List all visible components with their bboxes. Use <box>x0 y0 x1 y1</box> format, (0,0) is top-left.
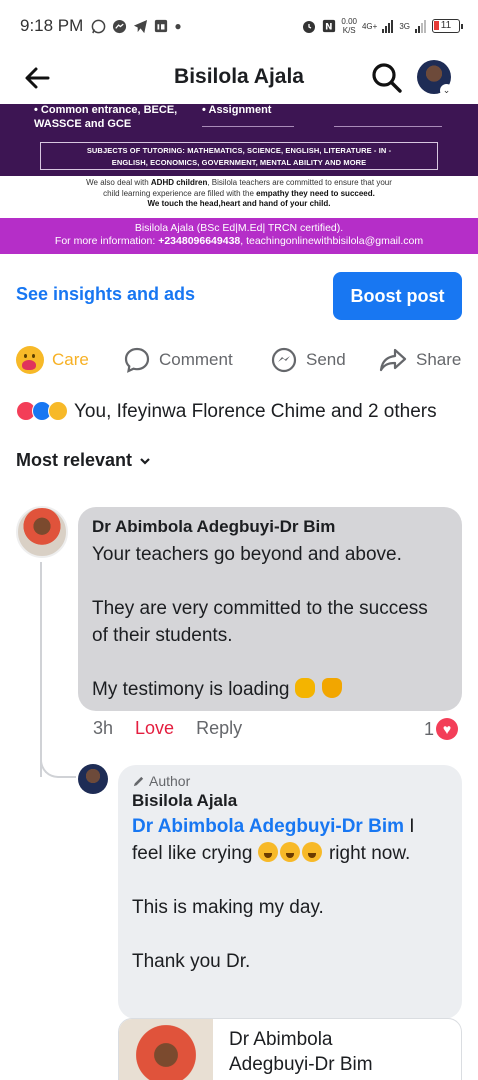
comment-paragraph: They are very committed to the success o… <box>92 598 428 646</box>
comment-paragraph: Your teachers go beyond and above. <box>92 544 402 565</box>
sort-dropdown[interactable]: Most relevant <box>16 450 152 471</box>
net-type-2: 3G <box>399 21 410 31</box>
boost-post-button[interactable]: Boost post <box>333 272 462 320</box>
reply-paragraph: This is making my day. <box>132 897 324 918</box>
reply-text: Dr Abimbola Adegbuyi-Dr Bim I feel like … <box>132 813 448 975</box>
care-label: Care <box>52 350 89 369</box>
preview-name: Dr Abimbola Adegbuyi-Dr Bim <box>229 1029 373 1075</box>
subjects-line2: ENGLISH, ECONOMICS, GOVERNMENT, MENTAL A… <box>111 158 367 167</box>
care-reaction-icon <box>48 400 68 421</box>
see-insights-link[interactable]: See insights and ads <box>16 284 195 305</box>
telegram-icon <box>134 19 148 33</box>
subjects-line1: SUBJECTS OF TUTORING: MATHEMATICS, SCIEN… <box>86 146 392 155</box>
page-title: Bisilola Ajala <box>174 65 304 88</box>
send-button[interactable]: Send <box>270 344 346 376</box>
net-speed: 0.00 K/S <box>341 17 357 35</box>
reactions-text: You, Ifeyinwa Florence Chime and 2 other… <box>74 401 437 422</box>
share-button[interactable]: Share <box>378 344 461 376</box>
pray-emoji-icon <box>322 678 343 698</box>
search-icon[interactable] <box>370 61 404 95</box>
mention-link[interactable]: Dr Abimbola Adegbuyi-Dr Bim <box>132 816 404 837</box>
heart-icon <box>436 718 459 740</box>
banner-top: • Common entrance, BECE, WASSCE and GCE … <box>0 104 478 176</box>
banner-body: We also deal with ADHD children, Bisilol… <box>0 176 478 218</box>
reply-paragraph: Dr Abimbola Adegbuyi-Dr Bim I feel like … <box>132 816 415 864</box>
svg-text:N: N <box>325 23 332 33</box>
banner-divider <box>202 126 294 127</box>
reply-author[interactable]: Bisilola Ajala <box>132 791 448 811</box>
share-icon <box>379 348 407 372</box>
sort-label: Most relevant <box>16 450 133 470</box>
comment-meta: 3h Love Reply <box>93 718 242 739</box>
reply-button[interactable]: Reply <box>196 718 242 739</box>
comment-text: Your teachers go beyond and above. They … <box>92 541 448 703</box>
profile-preview-card[interactable]: Dr Abimbola Adegbuyi-Dr Bim <box>118 1018 462 1080</box>
crying-emoji-icon <box>301 842 322 862</box>
banner-footer: Bisilola Ajala (BSc Ed|M.Ed| TRCN certif… <box>0 218 478 254</box>
reactions-summary[interactable]: You, Ifeyinwa Florence Chime and 2 other… <box>16 396 437 425</box>
notification-icons: ● <box>91 19 182 34</box>
subjects-box: SUBJECTS OF TUTORING: MATHEMATICS, SCIEN… <box>40 142 438 170</box>
messenger-icon <box>113 19 127 33</box>
signal-icon <box>382 20 394 33</box>
whatsapp-icon <box>91 19 106 33</box>
crying-emoji-icon <box>257 842 278 862</box>
send-icon <box>271 347 297 373</box>
chevron-down-icon[interactable]: ⌄ <box>440 84 453 97</box>
love-button[interactable]: Love <box>135 718 174 739</box>
more-dot-icon: ● <box>174 19 182 33</box>
comment-paragraph: My testimony is loading <box>92 676 448 703</box>
preview-photo <box>119 1019 213 1080</box>
status-bar: 9:18 PM ● N 0.00 K/S 4G+ 3G 11 <box>0 0 478 52</box>
comment-time: 3h <box>93 718 114 738</box>
reply-author-avatar[interactable] <box>78 764 108 794</box>
nfc-icon: N <box>323 19 336 33</box>
banner-line1b: WASSCE and GCE <box>34 118 132 130</box>
author-badge: Author <box>132 773 448 789</box>
footer-credentials: Bisilola Ajala (BSc Ed|M.Ed| TRCN certif… <box>134 222 344 234</box>
care-reaction-button[interactable]: Care <box>16 344 89 376</box>
banner-divider <box>334 126 442 127</box>
share-label: Share <box>416 350 462 369</box>
care-emoji-icon <box>16 346 44 374</box>
crying-emoji-icon <box>279 842 300 862</box>
comment-reaction-count[interactable]: 1 <box>424 718 459 740</box>
chevron-down-icon <box>140 457 150 465</box>
app-header: Bisilola Ajala ⌄ <box>0 52 478 104</box>
comment-button[interactable]: Comment <box>123 344 233 376</box>
banner-assignment: • Assignment <box>202 104 272 116</box>
reply-paragraph: Thank you Dr. <box>132 951 251 972</box>
comment-author[interactable]: Dr Abimbola Adegbuyi-Dr Bim <box>92 517 448 537</box>
send-label: Send <box>306 350 346 369</box>
pencil-icon <box>133 776 144 786</box>
alarm-icon <box>303 21 316 33</box>
battery-icon: 11 <box>432 19 463 33</box>
comment-label: Comment <box>159 350 233 369</box>
fists-emoji-icon <box>294 678 315 698</box>
comment-icon <box>124 347 150 373</box>
linkedin-icon <box>155 19 168 33</box>
net-type-1: 4G+ <box>361 21 378 31</box>
commenter-avatar[interactable] <box>16 506 68 558</box>
comment-bubble[interactable]: Dr Abimbola Adegbuyi-Dr Bim Your teacher… <box>78 507 462 711</box>
banner-line1: • Common entrance, BECE, <box>34 104 178 116</box>
status-right: N 0.00 K/S 4G+ 3G 11 <box>301 17 463 35</box>
signal-icon-2 <box>415 20 426 33</box>
post-image[interactable]: • Common entrance, BECE, WASSCE and GCE … <box>0 104 478 254</box>
thread-connector <box>40 742 76 778</box>
status-time: 9:18 PM <box>20 16 84 35</box>
reply-bubble[interactable]: Author Bisilola Ajala Dr Abimbola Adegbu… <box>118 765 462 1019</box>
